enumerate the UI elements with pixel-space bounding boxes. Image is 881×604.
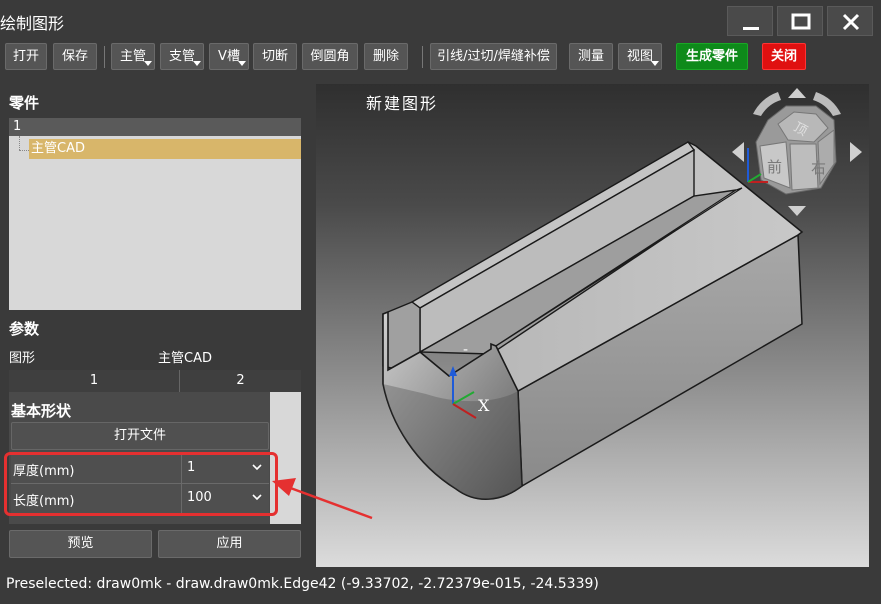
title-bar: 绘制图形 [0, 0, 881, 40]
window-title: 绘制图形 [0, 14, 65, 33]
minimize-button[interactable] [727, 6, 773, 36]
rotate-down-icon[interactable] [788, 206, 806, 216]
branch-pipe-label: 支管 [168, 49, 195, 64]
dropdown-caret-icon [144, 61, 152, 66]
annotation-highlight-box [4, 452, 278, 516]
tree-header: 1 [9, 118, 301, 136]
lead-overcut-button[interactable]: 引线/过切/焊缝补偿 [430, 43, 557, 70]
pipe-model: - X 顶 前 右 [382, 88, 862, 500]
axis-dash-label: - [463, 342, 468, 358]
open-button[interactable]: 打开 [5, 43, 47, 70]
main-pipe-button[interactable]: 主管 [111, 43, 155, 70]
save-button[interactable]: 保存 [53, 43, 97, 70]
tree-item-main-pipe-cad[interactable]: 主管CAD [29, 139, 301, 159]
main-pipe-label: 主管 [119, 49, 146, 64]
tree-connector [19, 136, 21, 150]
close-icon [842, 13, 860, 31]
rotate-ccw-icon[interactable] [753, 92, 781, 116]
branch-pipe-button[interactable]: 支管 [160, 43, 204, 70]
toolbar-separator [104, 46, 105, 68]
delete-button[interactable]: 删除 [364, 43, 408, 70]
view-label: 视图 [626, 49, 653, 64]
toolbar-separator [422, 46, 423, 68]
cut-button[interactable]: 切断 [253, 43, 297, 70]
axis-x-label: X [478, 396, 490, 415]
measure-button[interactable]: 测量 [569, 43, 613, 70]
rotate-up-icon[interactable] [788, 88, 806, 98]
tab-1[interactable]: 1 [9, 370, 179, 392]
tab-2[interactable]: 2 [180, 370, 301, 392]
cube-right-label: 右 [811, 159, 826, 177]
rotate-left-icon[interactable] [732, 142, 744, 162]
parts-heading: 零件 [9, 94, 40, 112]
dropdown-caret-icon [651, 61, 659, 66]
tree-connector [19, 150, 29, 152]
dropdown-caret-icon [238, 61, 246, 66]
open-file-button[interactable]: 打开文件 [11, 422, 269, 450]
shape-label: 图形 [9, 351, 36, 366]
dropdown-caret-icon [193, 61, 201, 66]
close-window-button[interactable] [827, 6, 873, 36]
apply-button[interactable]: 应用 [158, 530, 301, 558]
3d-viewport[interactable]: 新建图形 - X 顶 前 右 [316, 84, 869, 567]
status-bar: Preselected: draw0mk - draw.draw0mk.Edge… [6, 576, 599, 592]
generate-part-button[interactable]: 生成零件 [676, 43, 748, 70]
param-tabs: 1 2 [9, 370, 301, 392]
v-groove-button[interactable]: V槽 [209, 43, 249, 70]
maximize-button[interactable] [777, 6, 823, 36]
cube-y-axis [747, 173, 762, 183]
parts-tree[interactable]: 1 主管CAD [9, 118, 301, 310]
rotate-right-icon[interactable] [850, 142, 862, 162]
shape-value: 主管CAD [158, 351, 212, 366]
params-heading: 参数 [9, 320, 40, 338]
close-dialog-button[interactable]: 关闭 [762, 43, 806, 70]
cube-front-label: 前 [767, 158, 782, 176]
maximize-icon [791, 13, 811, 30]
fillet-button[interactable]: 倒圆角 [302, 43, 358, 70]
v-groove-label: V槽 [218, 49, 240, 64]
preview-button[interactable]: 预览 [9, 530, 152, 558]
view-button[interactable]: 视图 [618, 43, 662, 70]
toolbar: 打开 保存 主管 支管 V槽 切断 倒圆角 删除 引线/过切/焊缝补偿 测量 视… [0, 40, 881, 74]
minimize-icon [743, 27, 759, 30]
basic-shape-title: 基本形状 [11, 402, 72, 420]
